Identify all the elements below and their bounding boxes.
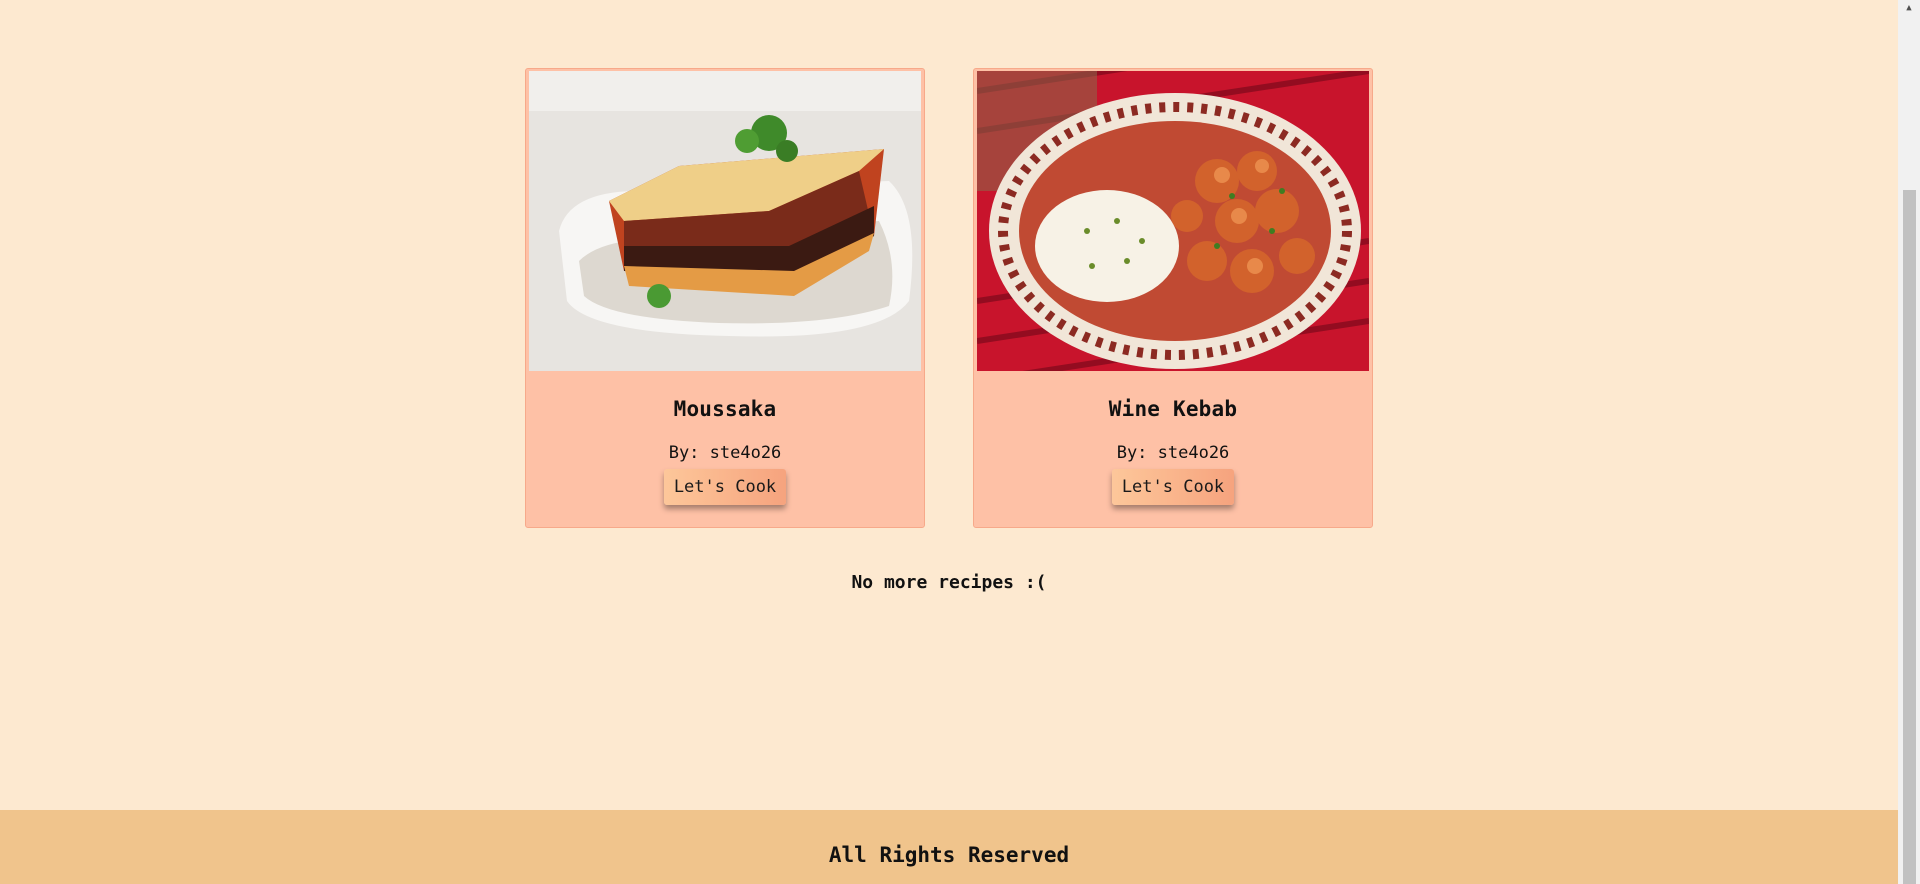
- triangle-up-icon[interactable]: ▲: [1898, 0, 1920, 16]
- lets-cook-button[interactable]: Let's Cook: [1111, 469, 1235, 505]
- page-viewport: Moussaka By: ste4o26 Let's Cook Wine Keb…: [0, 0, 1898, 884]
- recipe-image-moussaka[interactable]: [529, 71, 921, 371]
- recipe-image-wine-kebab[interactable]: [977, 71, 1369, 371]
- recipe-title: Moussaka: [673, 397, 777, 421]
- vertical-scrollbar[interactable]: ▲: [1898, 0, 1920, 884]
- footer-text: All Rights Reserved: [828, 843, 1070, 867]
- footer: All Rights Reserved: [0, 810, 1898, 884]
- lets-cook-button[interactable]: Let's Cook: [663, 469, 787, 505]
- recipe-author: By: ste4o26: [668, 443, 782, 463]
- recipe-card: Wine Kebab By: ste4o26 Let's Cook: [973, 68, 1373, 528]
- recipe-author: By: ste4o26: [1116, 443, 1230, 463]
- recipe-title: Wine Kebab: [1108, 397, 1238, 421]
- recipe-list: Moussaka By: ste4o26 Let's Cook Wine Keb…: [525, 68, 1373, 528]
- recipe-card: Moussaka By: ste4o26 Let's Cook: [525, 68, 925, 528]
- no-more-recipes-message: No more recipes :(: [851, 572, 1047, 593]
- scrollbar-thumb[interactable]: [1903, 190, 1916, 884]
